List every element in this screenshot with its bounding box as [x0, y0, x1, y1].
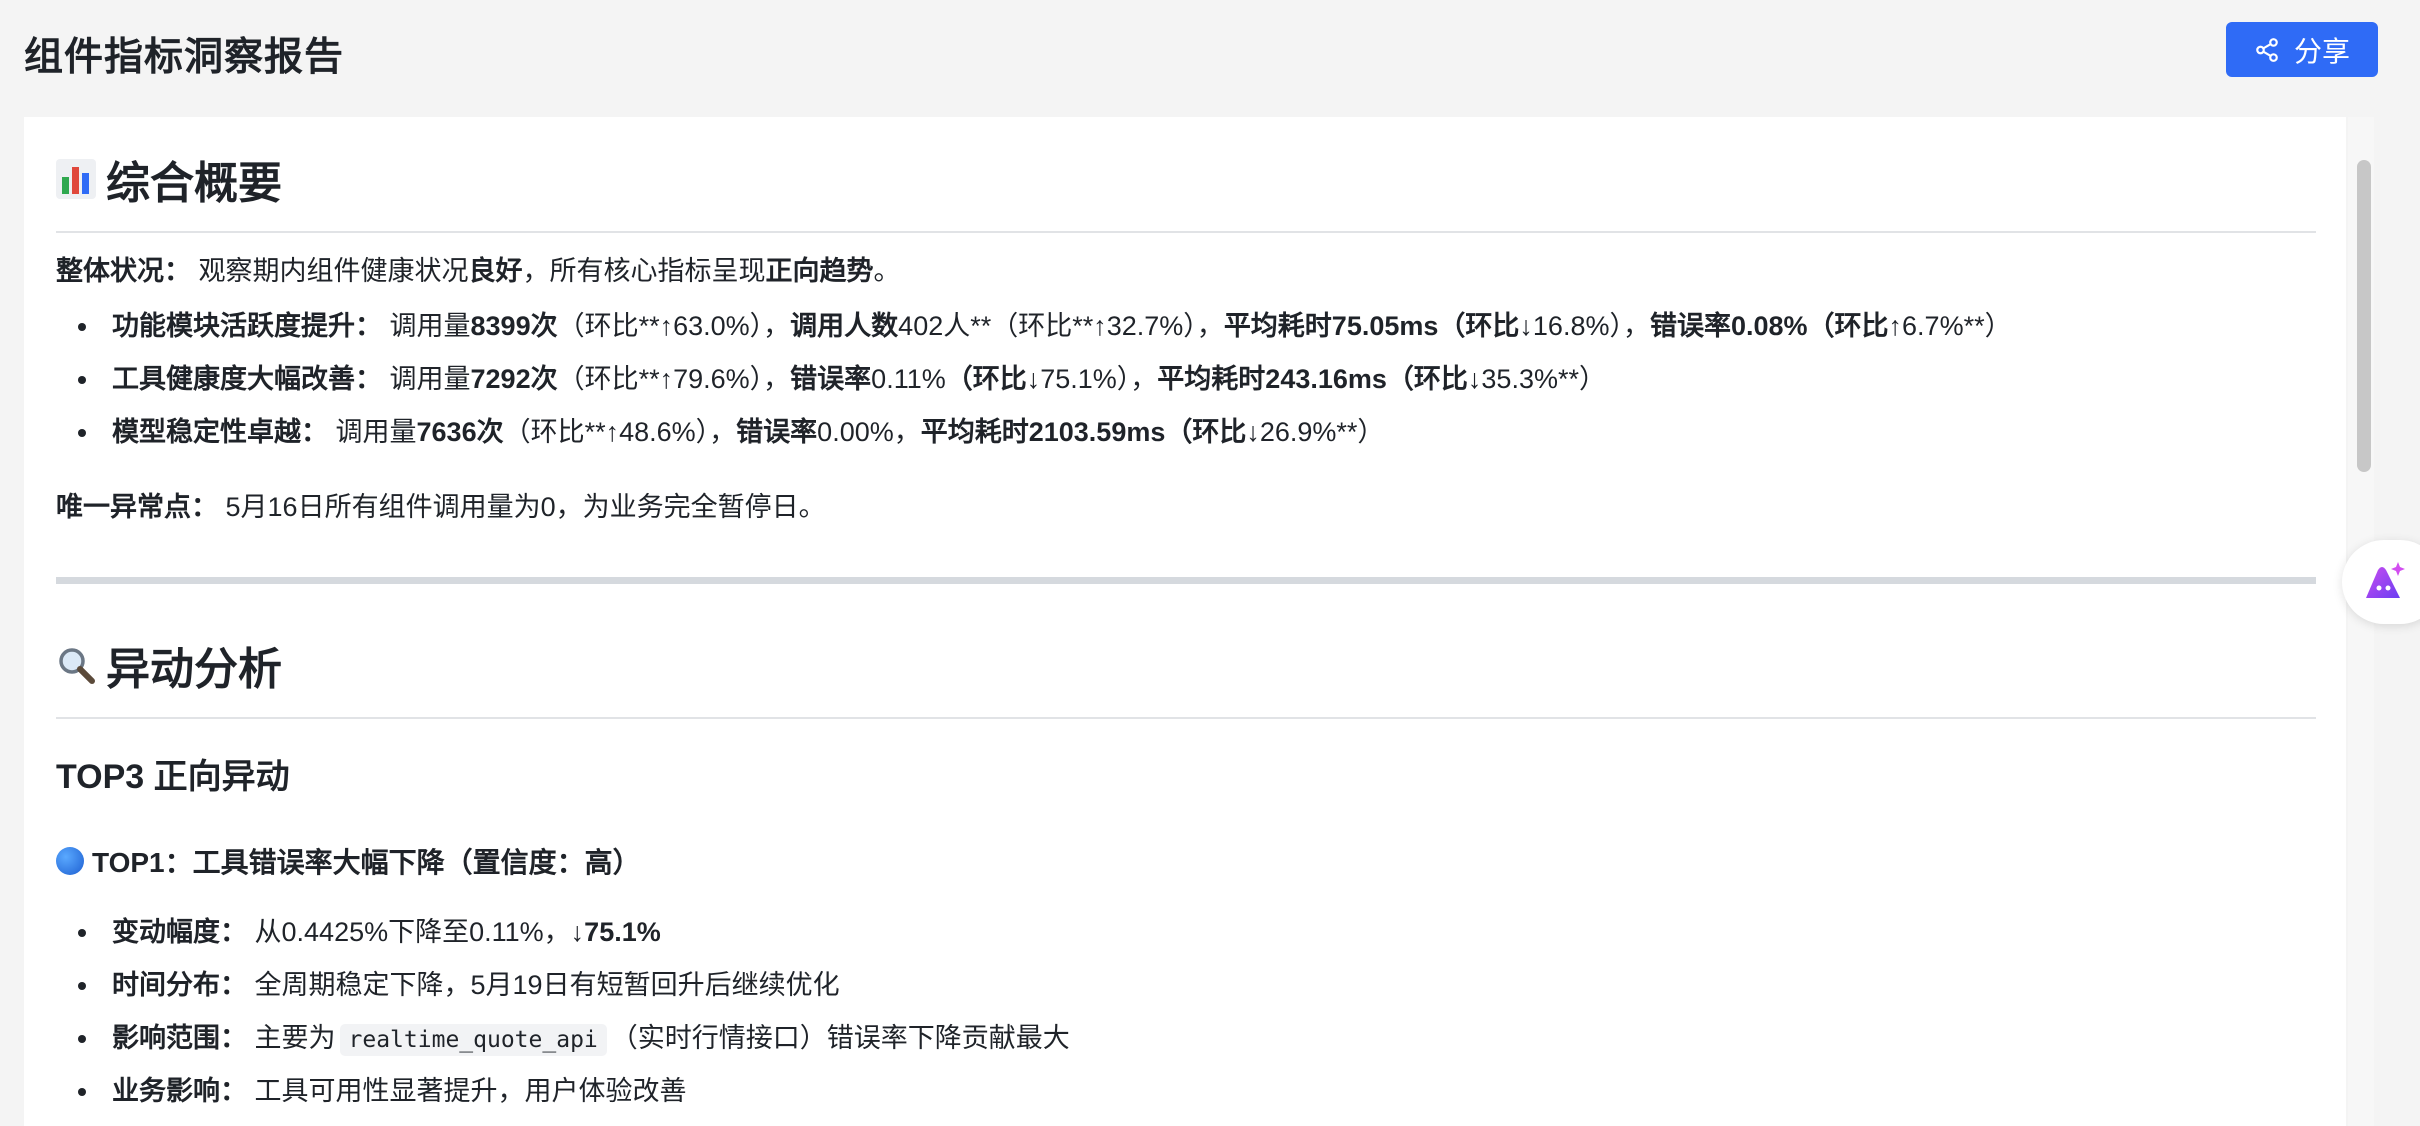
anomaly-note: 唯一异常点： 5月16日所有组件调用量为0，为业务完全暂停日。: [56, 492, 826, 522]
list-item: 工具健康度大幅改善： 调用量7292次（环比**↑79.6%），错误率0.11%…: [78, 361, 1606, 397]
section-divider: [56, 577, 2316, 584]
share-label: 分享: [2293, 35, 2350, 67]
blue-circle-icon: [56, 847, 84, 875]
scrollbar-thumb[interactable]: [2357, 160, 2371, 472]
top3-subheading: TOP3 正向异动: [56, 758, 290, 796]
ai-assistant-button[interactable]: [2342, 540, 2420, 624]
share-icon: [2256, 37, 2278, 62]
list-item: 业务影响： 工具可用性显著提升，用户体验改善: [78, 1073, 687, 1109]
share-button[interactable]: 分享: [2226, 22, 2378, 77]
top-bar: 组件指标洞察报告 分享: [0, 0, 2420, 110]
page-title: 组件指标洞察报告: [24, 36, 345, 79]
list-item: 功能模块活跃度提升： 调用量8399次（环比**↑63.0%），调用人数402人…: [78, 308, 2012, 344]
list-item: 模型稳定性卓越： 调用量7636次（环比**↑48.6%），错误率0.00%，平…: [77, 414, 1384, 450]
list-item: 影响范围： 主要为 realtime_quote_api （实时行情接口）错误率下降…: [78, 1020, 1070, 1058]
bar-chart-icon: [56, 159, 96, 199]
api-code: realtime_quote_api: [339, 1024, 607, 1056]
list-item: 变动幅度： 从0.4425%下降至0.11%，↓75.1%: [78, 914, 661, 950]
overview-heading: 综合概要: [106, 159, 282, 208]
report-content[interactable]: 综合概要 整体状况： 观察期内组件健康状况良好，所有核心指标呈现正向趋势。 功能…: [24, 117, 2346, 1126]
ai-assistant-icon: [2366, 562, 2405, 598]
list-item: 时间分布： 全周期稳定下降，5月19日有短暂回升后继续优化: [78, 967, 840, 1003]
analysis-heading: 异动分析: [106, 645, 282, 694]
analysis-section-header: 异动分析: [56, 633, 2316, 719]
magnifier-icon: [59, 648, 95, 684]
top1-title: TOP1：工具错误率大幅下降（置信度：高）: [56, 841, 641, 881]
overall-status: 整体状况： 观察期内组件健康状况良好，所有核心指标呈现正向趋势。: [56, 256, 901, 286]
overview-section-header: 综合概要: [56, 147, 2316, 233]
